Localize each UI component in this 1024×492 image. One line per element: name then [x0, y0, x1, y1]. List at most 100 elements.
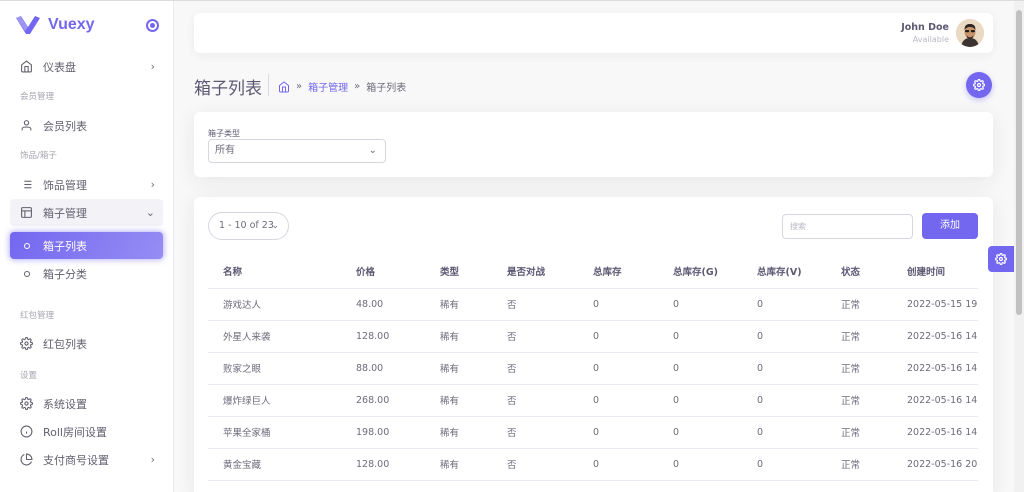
brand-name: Vuexy — [48, 16, 95, 33]
avatar[interactable] — [956, 19, 984, 47]
column-header[interactable]: 创建时间 — [892, 255, 978, 289]
add-button[interactable]: 添加 — [922, 213, 978, 239]
pager-label: 1 - 10 of 23 — [219, 220, 274, 231]
chevron-right-icon: › — [150, 60, 155, 73]
cell-stock: 0 — [578, 384, 658, 417]
box-table: 名称 价格 类型 是否对战 总库存 总库存(G) 总库存(V) 状态 创建时间 … — [208, 255, 978, 481]
box-table-card: 1 - 10 of 23 ⌄ 搜索 添加 名称 价格 类型 是否对战 总库存 总… — [194, 197, 993, 492]
sidebar-item-member-list[interactable]: 会员列表 — [10, 112, 163, 139]
column-header[interactable]: 状态 — [826, 255, 892, 289]
cell-stock-g: 0 — [658, 288, 742, 321]
page-size-select[interactable]: 1 - 10 of 23 ⌄ — [208, 212, 289, 240]
sidebar-item-item-manage[interactable]: 饰品管理 › — [10, 171, 163, 198]
cell-stock: 0 — [578, 320, 658, 353]
table-row[interactable]: 爆炸绿巨人 268.00 稀有 否 0 0 0 正常 2022-05-16 14… — [208, 384, 978, 417]
search-input[interactable]: 搜索 — [782, 214, 913, 239]
sidebar-item-label: 仪表盘 — [43, 60, 76, 74]
column-header[interactable]: 是否对战 — [492, 255, 578, 289]
table-row[interactable]: 败家之眼 88.00 稀有 否 0 0 0 正常 2022-05-16 14:4 — [208, 352, 978, 385]
gear-icon — [20, 337, 33, 350]
cell-type: 稀有 — [425, 288, 492, 321]
cell-created: 2022-05-15 19:0 — [892, 288, 978, 321]
gear-icon — [20, 397, 33, 410]
sidebar-item-label: 饰品管理 — [43, 178, 87, 192]
cell-type: 稀有 — [425, 448, 492, 481]
nav-section-settings: 设置 — [20, 371, 38, 381]
sidebar-item-label: 箱子管理 — [43, 206, 87, 220]
sidebar-item-label: Roll房间设置 — [43, 425, 107, 439]
page-settings-button[interactable] — [966, 72, 992, 98]
sidebar-item-box-list[interactable]: 箱子列表 — [10, 232, 163, 259]
user-status: Available — [912, 35, 949, 44]
cell-type: 稀有 — [425, 320, 492, 353]
cell-stock-g: 0 — [658, 448, 742, 481]
column-header[interactable]: 总库存(G) — [658, 255, 742, 289]
table-row[interactable]: 苹果全家桶 198.00 稀有 否 0 0 0 正常 2022-05-16 14… — [208, 416, 978, 449]
cell-created: 2022-05-16 14:4 — [892, 384, 978, 417]
brand[interactable]: Vuexy — [0, 1, 173, 49]
cell-stock: 0 — [578, 416, 658, 449]
column-header[interactable]: 总库存 — [578, 255, 658, 289]
cell-name: 苹果全家桶 — [208, 416, 341, 449]
column-header[interactable]: 名称 — [208, 255, 341, 289]
avatar-image — [956, 19, 984, 47]
sidebar-item-box-category[interactable]: 箱子分类 — [10, 260, 163, 287]
sidebar-item-roll-settings[interactable]: Roll房间设置 — [10, 418, 163, 445]
cell-battle: 否 — [492, 448, 578, 481]
column-header[interactable]: 总库存(V) — [742, 255, 826, 289]
cell-stock: 0 — [578, 288, 658, 321]
customizer-toggle-button[interactable] — [988, 246, 1014, 272]
sidebar-toggle-icon[interactable] — [146, 19, 159, 32]
cell-stock-g: 0 — [658, 320, 742, 353]
gear-icon — [973, 79, 985, 91]
breadcrumb: » 箱子管理 » 箱子列表 — [278, 79, 406, 94]
sidebar-item-label: 箱子列表 — [43, 239, 87, 253]
breadcrumb-separator: » — [354, 81, 361, 92]
chevron-down-icon: ⌄ — [271, 221, 279, 231]
brand-logo-icon — [16, 16, 40, 34]
cell-stock-v: 0 — [742, 352, 826, 385]
search-placeholder: 搜索 — [790, 222, 806, 231]
sidebar-item-box-manage[interactable]: 箱子管理 ⌄ — [10, 199, 163, 226]
user-icon — [20, 119, 33, 132]
table-row[interactable]: 游戏达人 48.00 稀有 否 0 0 0 正常 2022-05-15 19:0 — [208, 288, 978, 321]
nav-section-members: 会员管理 — [20, 92, 55, 102]
table-row[interactable]: 外星人来袭 128.00 稀有 否 0 0 0 正常 2022-05-16 14… — [208, 320, 978, 353]
cell-price: 88.00 — [341, 352, 425, 385]
home-icon[interactable] — [278, 80, 290, 93]
sidebar-item-label: 支付商号设置 — [43, 453, 109, 467]
cell-status: 正常 — [826, 320, 892, 353]
user-name: John Doe — [901, 22, 949, 33]
column-header[interactable]: 价格 — [341, 255, 425, 289]
cell-stock: 0 — [578, 448, 658, 481]
cell-battle: 否 — [492, 288, 578, 321]
gear-icon — [995, 253, 1007, 265]
table-header-row: 名称 价格 类型 是否对战 总库存 总库存(G) 总库存(V) 状态 创建时间 — [208, 255, 978, 289]
cell-type: 稀有 — [425, 384, 492, 417]
sidebar-item-redpack-list[interactable]: 红包列表 — [10, 330, 163, 357]
cell-price: 268.00 — [341, 384, 425, 417]
breadcrumb-current: 箱子列表 — [366, 83, 407, 94]
cell-stock-g: 0 — [658, 384, 742, 417]
cell-name: 黄金宝藏 — [208, 448, 341, 481]
chevron-down-icon: ⌄ — [145, 206, 155, 219]
box-type-select[interactable]: 所有 ⌄ — [208, 139, 386, 163]
breadcrumb-link[interactable]: 箱子管理 — [308, 79, 348, 94]
title-divider — [268, 74, 269, 96]
home-icon — [20, 60, 33, 73]
cell-created: 2022-05-16 14:4 — [892, 352, 978, 385]
column-header[interactable]: 类型 — [425, 255, 492, 289]
info-icon — [20, 425, 33, 438]
page-title: 箱子列表 — [194, 79, 262, 99]
cell-status: 正常 — [826, 384, 892, 417]
sidebar-item-system-settings[interactable]: 系统设置 — [10, 390, 163, 417]
scrollbar-thumb[interactable] — [1016, 10, 1022, 315]
cell-type: 稀有 — [425, 416, 492, 449]
sidebar-item-payment-settings[interactable]: 支付商号设置 › — [10, 446, 163, 473]
table-row[interactable]: 黄金宝藏 128.00 稀有 否 0 0 0 正常 2022-05-16 20:… — [208, 448, 978, 481]
sidebar-item-label: 系统设置 — [43, 397, 87, 411]
pie-chart-icon — [20, 453, 33, 466]
sidebar-item-dashboard[interactable]: 仪表盘 › — [10, 53, 163, 80]
cell-name: 游戏达人 — [208, 288, 341, 321]
select-value: 所有 — [215, 145, 235, 156]
